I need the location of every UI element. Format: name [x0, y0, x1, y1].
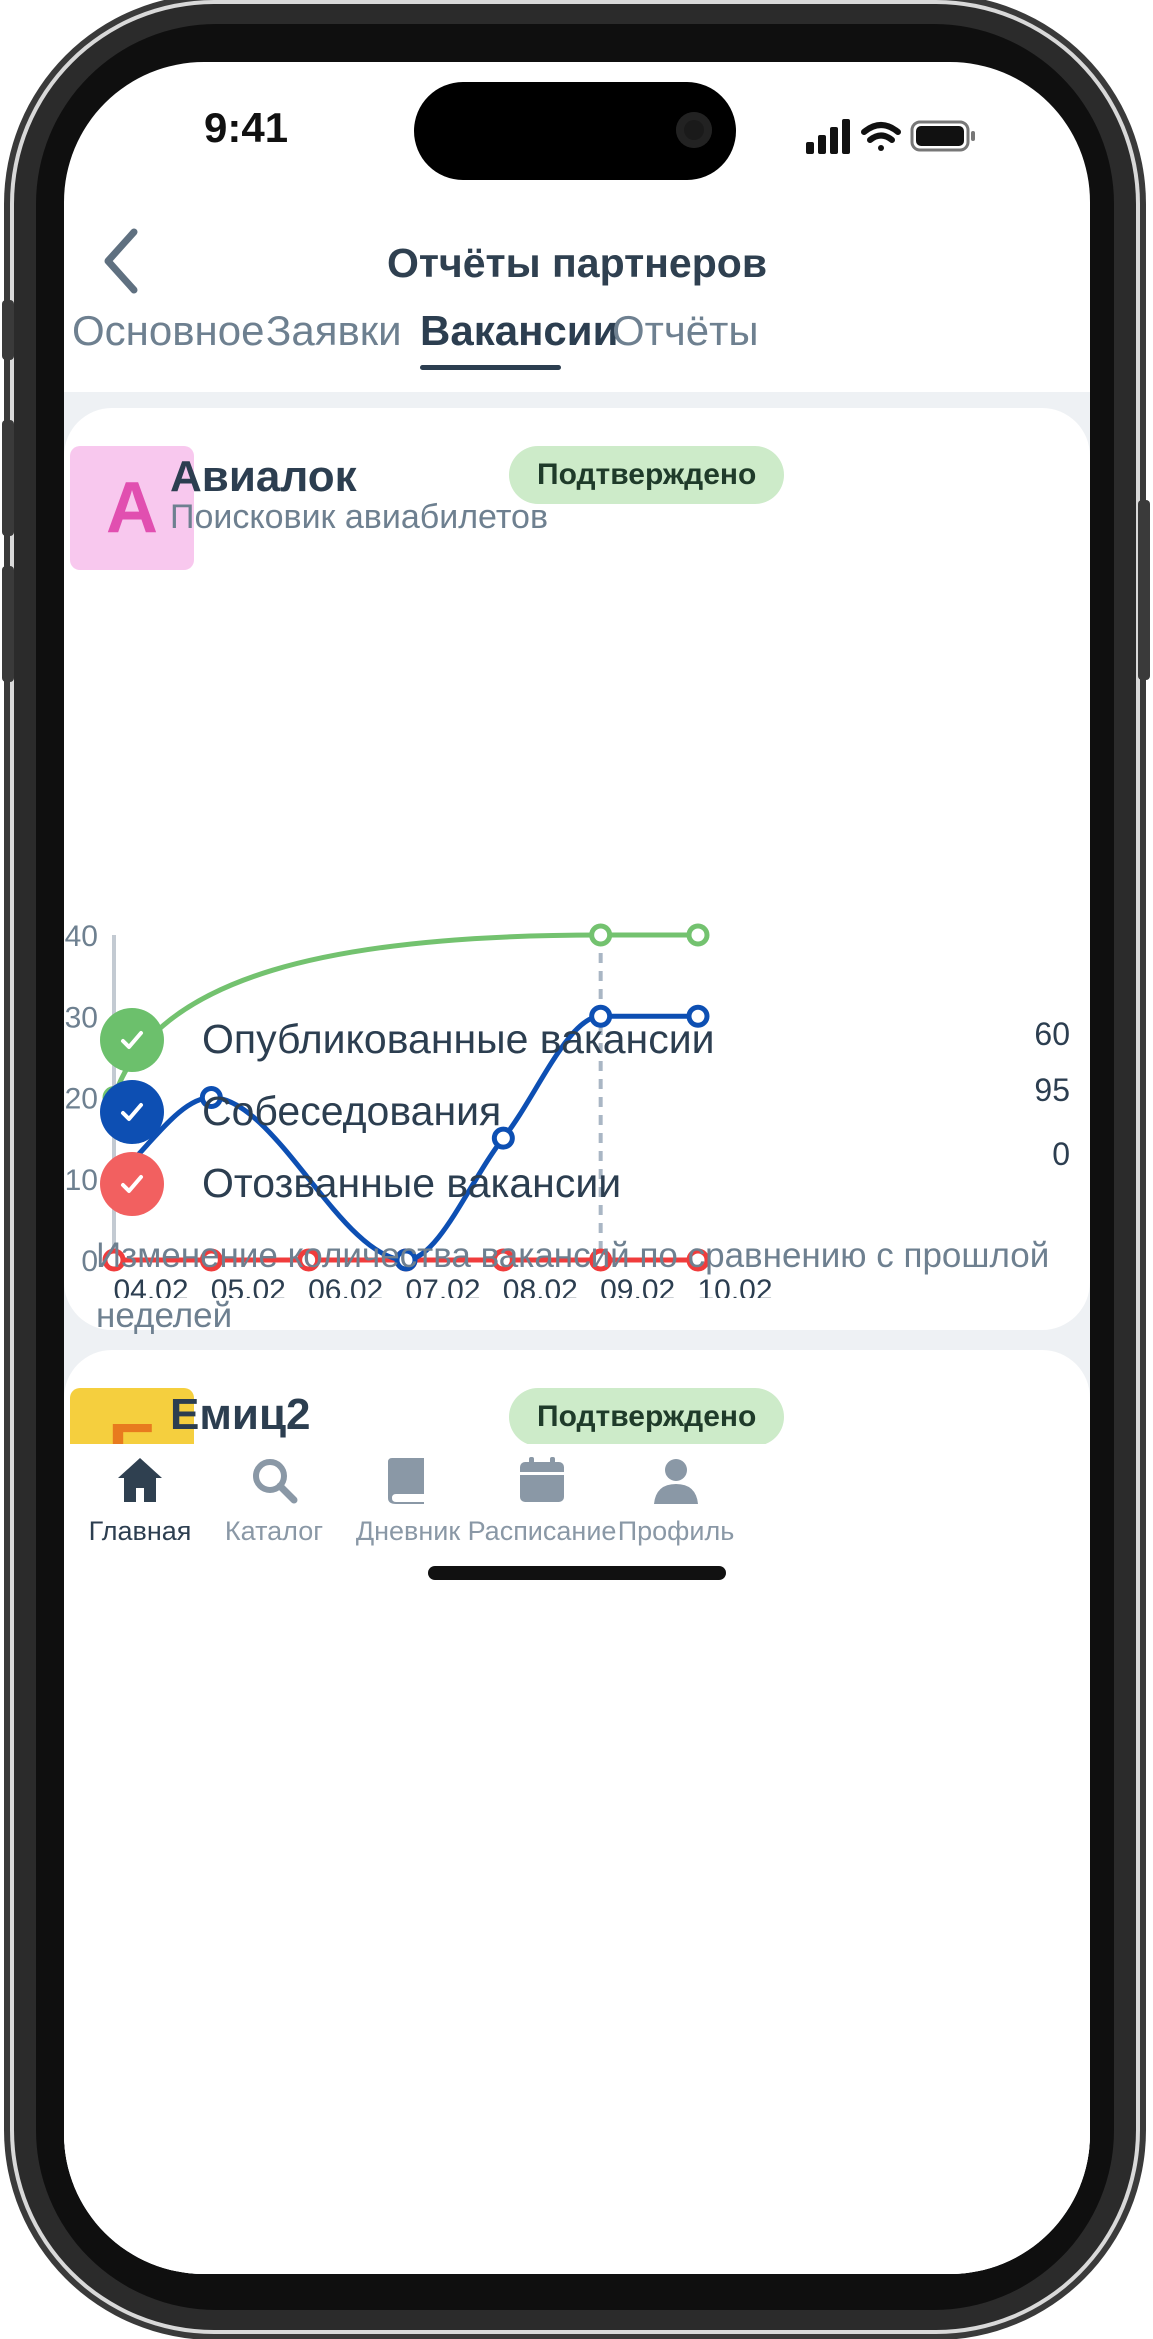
tab-vacancies[interactable]: Вакансии [420, 307, 618, 355]
search-icon [253, 1459, 298, 1504]
side-button-right [1138, 500, 1150, 680]
bottom-navigation: Главная Каталог Дневник Расписание Профи… [64, 1444, 1090, 2274]
dynamic-island [414, 82, 736, 180]
legend-label: Собеседования [202, 1088, 502, 1134]
nav-label: Профиль [617, 1516, 735, 1546]
status-icons [806, 119, 975, 154]
partner-name: Авиалок [170, 452, 357, 501]
legend-item-withdrawn[interactable]: Отозванные вакансии 0 [64, 1136, 1090, 1222]
tab-main[interactable]: Основное [72, 307, 264, 355]
battery-icon [910, 120, 975, 152]
comparison-note: Изменение количества вакансий по сравнен… [96, 1236, 1050, 1335]
tab-requests[interactable]: Заявки [266, 307, 402, 355]
legend-value: 60 [1034, 1016, 1070, 1052]
partner-name: Емиц2 [170, 1390, 311, 1439]
legend-item-published[interactable]: Опубликованные вакансии 60 [64, 1008, 1090, 1078]
legend-value: 0 [1052, 1136, 1070, 1172]
legend-item-interviews[interactable]: Собеседования 95 [64, 1072, 1090, 1150]
status-time: 9:41 [204, 104, 289, 151]
screen: 9:41 Отчёты партнеров Основное Заявки Ва… [64, 62, 1090, 2274]
calendar-icon [520, 1457, 564, 1502]
legend-label: Отозванные вакансии [202, 1160, 622, 1206]
home-indicator [428, 1566, 726, 1580]
partner-card[interactable]: A Авиалок Поисковик авиабилетов Подтверж… [64, 408, 1090, 1335]
data-point [686, 923, 710, 947]
wifi-icon [861, 122, 901, 151]
side-button-left-2 [2, 420, 14, 536]
side-button-left-1 [2, 300, 14, 360]
y-tick-label: 40 [65, 920, 98, 953]
check-icon [100, 1008, 164, 1072]
data-point [589, 923, 613, 947]
status-badge: Подтверждено [509, 446, 785, 504]
check-icon [100, 1152, 164, 1216]
legend-value: 95 [1034, 1072, 1070, 1108]
side-button-left-3 [2, 566, 14, 682]
partner-subtitle: Поисковик авиабилетов [170, 498, 549, 536]
home-icon [118, 1458, 162, 1502]
page-title: Отчёты партнеров [386, 240, 768, 286]
book-icon [388, 1458, 424, 1504]
status-badge: Подтверждено [509, 1388, 785, 1446]
check-icon [100, 1080, 164, 1144]
legend-label: Опубликованные вакансии [202, 1016, 715, 1062]
active-tab-indicator [420, 365, 561, 370]
user-icon [654, 1459, 698, 1504]
signal-icon [806, 119, 850, 154]
camera-icon [676, 112, 712, 148]
tab-bar: Основное Заявки Вакансии Отчёты [64, 307, 1090, 377]
tab-reports[interactable]: Отчёты [612, 307, 759, 355]
